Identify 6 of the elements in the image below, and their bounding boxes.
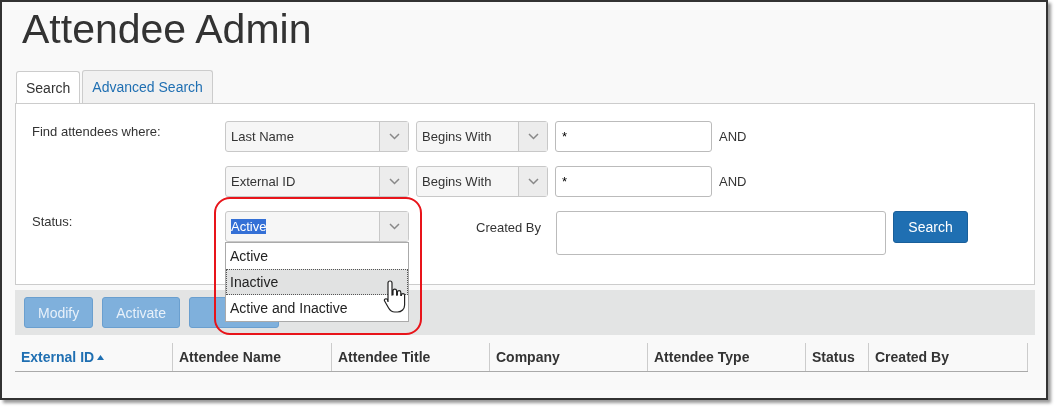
and-label: AND (719, 129, 748, 144)
find-label: Find attendees where: (32, 123, 162, 139)
and-label: AND (719, 174, 748, 189)
page-title: Attendee Admin (21, 5, 313, 54)
created-by-label: Created By (476, 219, 543, 235)
status-label: Status: (32, 213, 74, 229)
